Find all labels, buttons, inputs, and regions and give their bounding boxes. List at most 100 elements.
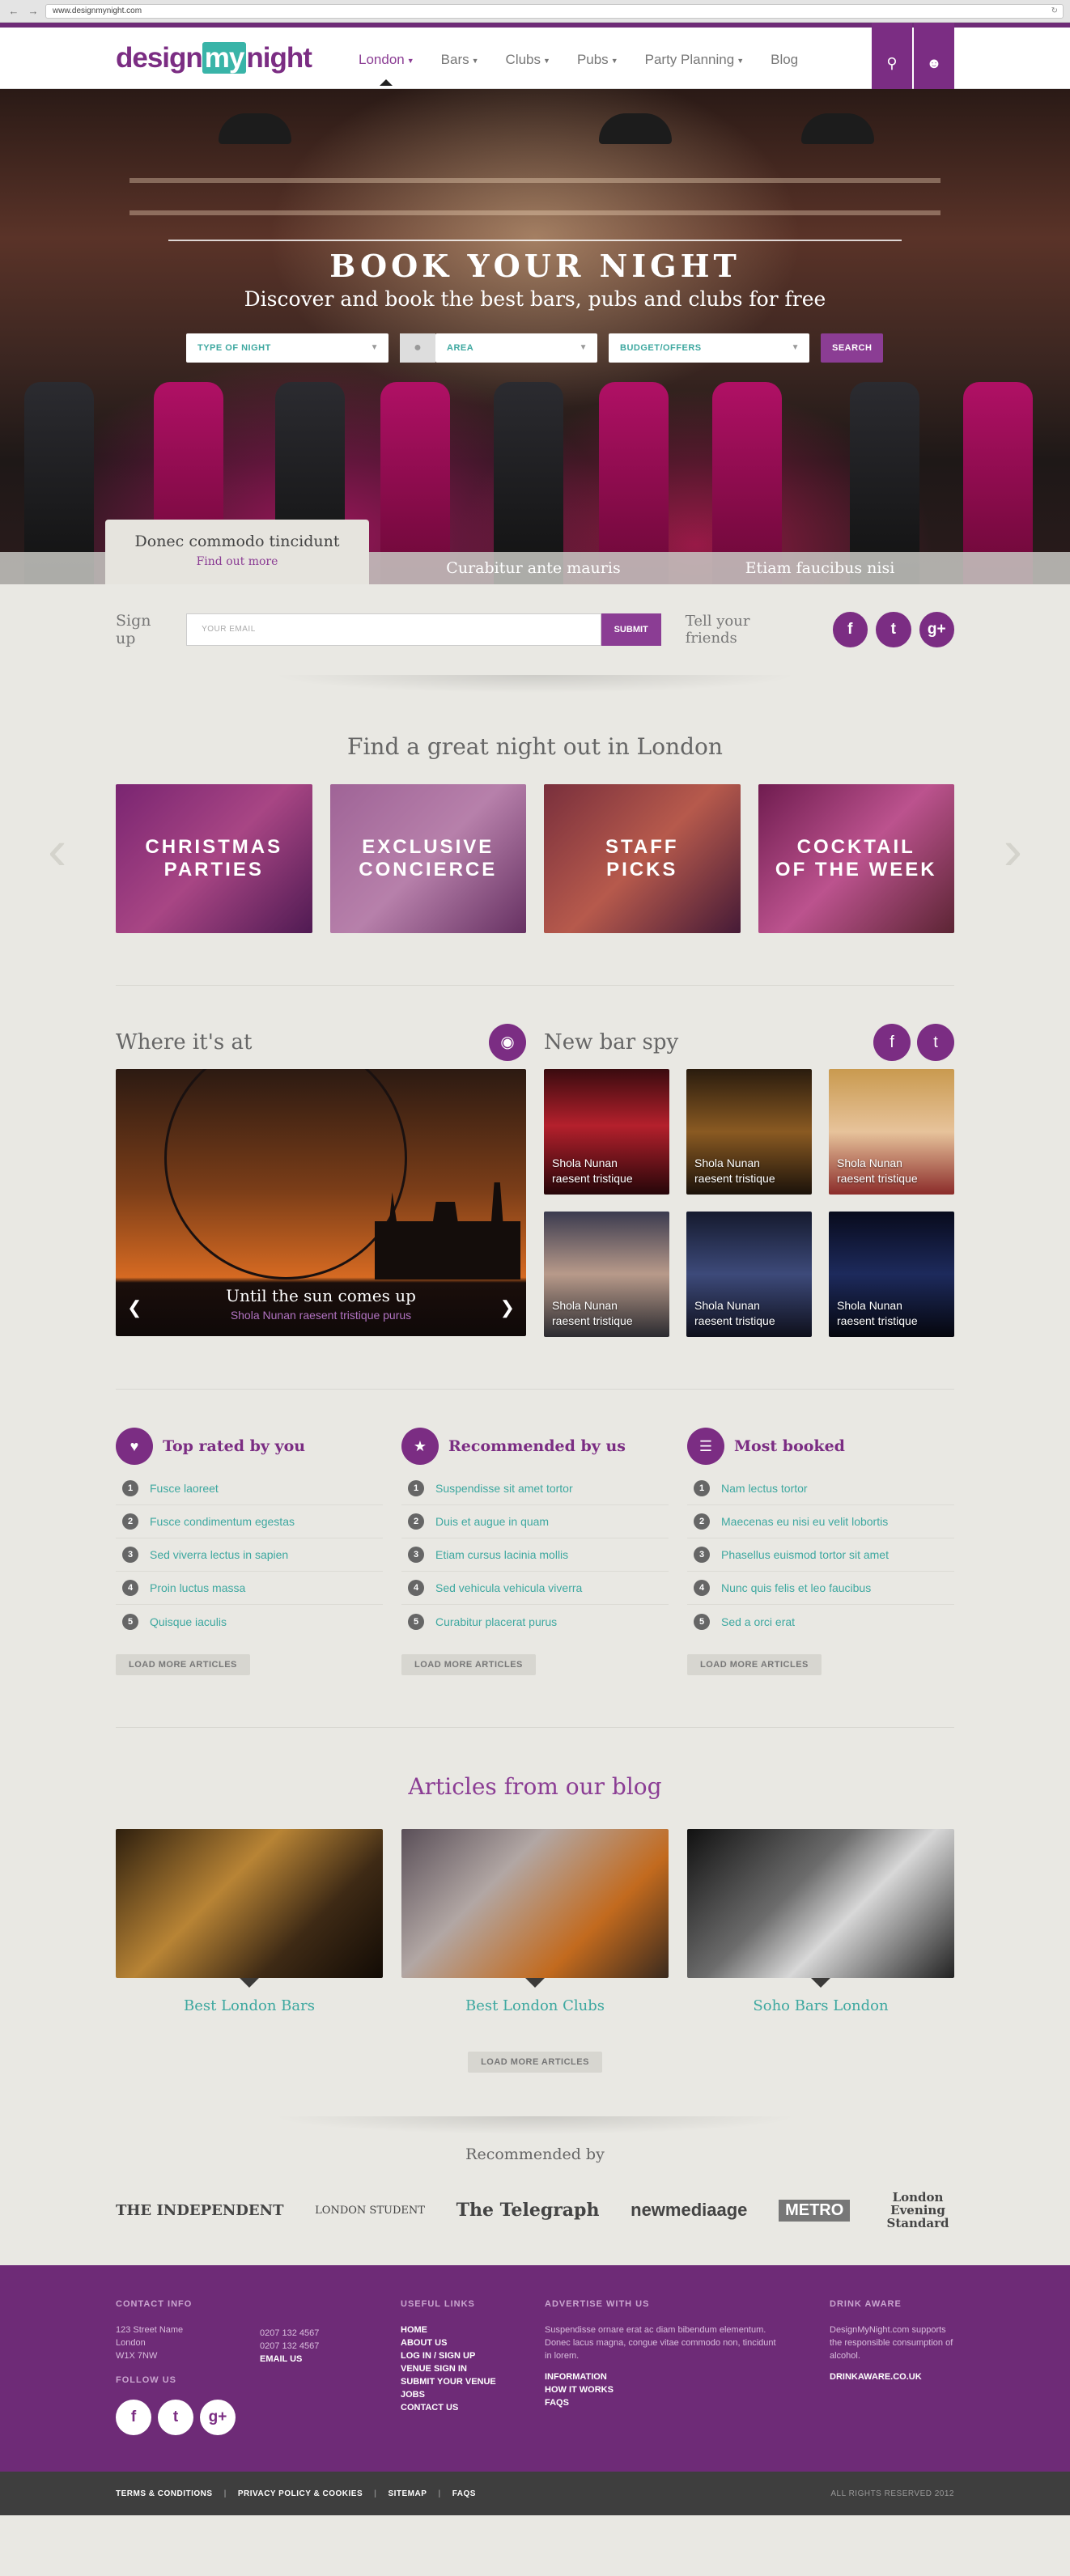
- find-out-more-link[interactable]: Find out more: [105, 555, 369, 568]
- tile-cocktail-of-the-week[interactable]: COCKTAIL OF THE WEEK: [758, 784, 954, 933]
- load-more-button[interactable]: LOAD MORE ARTICLES: [401, 1654, 536, 1675]
- nav-item-clubs[interactable]: Clubs ▼: [506, 52, 550, 68]
- terms-link[interactable]: TERMS & CONDITIONS: [116, 2489, 213, 2498]
- nav-item-london[interactable]: London ▼: [359, 52, 414, 86]
- twitter-icon[interactable]: t: [876, 612, 911, 647]
- load-more-button[interactable]: LOAD MORE ARTICLES: [116, 1654, 250, 1675]
- hero-tab-1[interactable]: Donec commodo tincidunt Find out more: [105, 520, 369, 584]
- list-item[interactable]: 4 Proin luctus massa: [116, 1572, 383, 1605]
- list-item[interactable]: 2 Duis et augue in quam: [401, 1505, 669, 1538]
- list-item[interactable]: 5 Curabitur placerat purus: [401, 1605, 669, 1638]
- press-logo-newmediaage[interactable]: newmediaage: [631, 2200, 747, 2221]
- lamp-shape: [599, 113, 672, 144]
- list-item[interactable]: 2 Fusce condimentum egestas: [116, 1505, 383, 1538]
- footer-link[interactable]: INFORMATION: [545, 2370, 781, 2383]
- list-item[interactable]: 1 Suspendisse sit amet tortor: [401, 1472, 669, 1505]
- footer-link[interactable]: HOW IT WORKS: [545, 2383, 781, 2396]
- nav-label: Party Planning: [644, 52, 735, 67]
- spy-item[interactable]: Shola Nunan raesent tristique: [686, 1069, 812, 1195]
- footer-link[interactable]: LOG IN / SIGN UP: [401, 2349, 545, 2362]
- footer-link[interactable]: VENUE SIGN IN: [401, 2362, 545, 2375]
- nav-item-bars[interactable]: Bars ▼: [441, 52, 479, 68]
- spy-section: New bar spy f t Shola Nunan raesent trist…: [544, 1023, 954, 1337]
- submit-button[interactable]: SUBMIT: [601, 613, 661, 646]
- footer-link[interactable]: FAQS: [545, 2396, 781, 2409]
- nav-item-blog[interactable]: Blog: [771, 52, 798, 68]
- list-item[interactable]: 1 Fusce laoreet: [116, 1472, 383, 1505]
- spy-item[interactable]: Shola Nunan raesent tristique: [686, 1212, 812, 1337]
- location-pin-icon[interactable]: ◉: [489, 1024, 526, 1061]
- list-item[interactable]: 3 Etiam cursus lacinia mollis: [401, 1538, 669, 1572]
- twitter-icon[interactable]: t: [917, 1024, 954, 1061]
- privacy-link[interactable]: PRIVACY POLICY & COOKIES: [238, 2489, 363, 2498]
- area-select[interactable]: AREA ▼: [435, 333, 597, 363]
- blog-post[interactable]: Best London Clubs: [401, 1829, 669, 2014]
- spy-item[interactable]: Shola Nunan raesent tristique: [829, 1069, 954, 1195]
- google-plus-icon[interactable]: g+: [919, 612, 955, 647]
- tile-exclusive-concierce[interactable]: EXCLUSIVE CONCIERCE: [329, 784, 526, 933]
- forward-icon[interactable]: →: [26, 5, 40, 18]
- blog-post[interactable]: Best London Bars: [116, 1829, 383, 2014]
- spy-item-line1: Shola Nunan: [552, 1299, 618, 1312]
- list-item[interactable]: 3 Sed viverra lectus in sapien: [116, 1538, 383, 1572]
- tile-christmas-parties[interactable]: CHRISTMAS PARTIES: [116, 784, 312, 933]
- sitemap-link[interactable]: SITEMAP: [388, 2489, 427, 2498]
- footer-link[interactable]: CONTACT US: [401, 2401, 545, 2414]
- list-item[interactable]: 5 Sed a orci erat: [687, 1605, 954, 1638]
- list-item[interactable]: 2 Maecenas eu nisi eu velit lobortis: [687, 1505, 954, 1538]
- blog-image: [401, 1829, 669, 1988]
- nav-item-party-planning[interactable]: Party Planning ▼: [645, 52, 745, 68]
- press-logo-telegraph[interactable]: The Telegraph: [456, 2200, 600, 2221]
- address-bar[interactable]: www.designmynight.com ↻: [45, 3, 1064, 19]
- facebook-icon[interactable]: f: [832, 612, 868, 647]
- caret-down-icon: ▼: [370, 343, 379, 352]
- list-item[interactable]: 4 Sed vehicula vehicula viverra: [401, 1572, 669, 1605]
- budget-select[interactable]: BUDGET/OFFERS ▼: [609, 333, 809, 363]
- search-submit-button[interactable]: SEARCH: [821, 333, 884, 363]
- footer-link[interactable]: JOBS: [401, 2388, 545, 2401]
- google-plus-icon[interactable]: g+: [200, 2400, 236, 2435]
- footer-link[interactable]: ABOUT US: [401, 2336, 545, 2349]
- drinkaware-link[interactable]: DRINKAWARE.CO.UK: [830, 2370, 954, 2383]
- load-more-button[interactable]: LOAD MORE ARTICLES: [687, 1654, 822, 1675]
- list-item[interactable]: 4 Nunc quis felis et leo faucibus: [687, 1572, 954, 1605]
- tile-staff-picks[interactable]: STAFF PICKS: [544, 784, 741, 933]
- press-logo-metro[interactable]: METRO: [779, 2199, 851, 2222]
- spy-item[interactable]: Shola Nunan raesent tristique: [544, 1212, 669, 1337]
- carousel-next-icon[interactable]: ›: [1004, 817, 1022, 882]
- tile-label: CHRISTMAS PARTIES: [145, 836, 283, 881]
- press-logo-independent[interactable]: THE INDEPENDENT: [116, 2202, 283, 2219]
- hero-tab-3[interactable]: Etiam faucibus nisi: [688, 552, 952, 584]
- spy-title: New bar spy: [544, 1030, 679, 1055]
- footer-link[interactable]: HOME: [401, 2323, 545, 2336]
- email-us-link[interactable]: EMAIL US: [260, 2353, 401, 2366]
- facebook-icon[interactable]: f: [116, 2400, 151, 2435]
- type-of-night-select[interactable]: TYPE OF NIGHT ▼: [186, 333, 389, 363]
- facebook-icon[interactable]: f: [873, 1024, 911, 1061]
- spy-item-line2: raesent tristique: [837, 1314, 918, 1327]
- press-logo-evening-standard[interactable]: London Evening Standard: [881, 2191, 954, 2230]
- where-feature[interactable]: ❮ ❯ Until the sun comes up Shola Nunan r…: [116, 1069, 526, 1336]
- nav-item-pubs[interactable]: Pubs ▼: [577, 52, 618, 68]
- blog-post-title: Soho Bars London: [753, 1997, 889, 2014]
- blog-post-title: Best London Clubs: [465, 1997, 605, 2014]
- spy-item[interactable]: Shola Nunan raesent tristique: [544, 1069, 669, 1195]
- carousel-prev-icon[interactable]: ‹: [48, 817, 66, 882]
- twitter-icon[interactable]: t: [158, 2400, 193, 2435]
- logo[interactable]: designmynight: [116, 42, 312, 74]
- load-more-button[interactable]: LOAD MORE ARTICLES: [468, 2052, 602, 2073]
- list-item[interactable]: 5 Quisque iaculis: [116, 1605, 383, 1638]
- list-item[interactable]: 3 Phasellus euismod tortor sit amet: [687, 1538, 954, 1572]
- press-logo-london-student[interactable]: LONDON STUDENT: [315, 2205, 425, 2217]
- reload-icon[interactable]: ↻: [1051, 5, 1058, 18]
- footer-link[interactable]: SUBMIT YOUR VENUE: [401, 2375, 545, 2388]
- hero-tab-2[interactable]: Curabitur ante mauris: [401, 552, 665, 584]
- footer-drink-aware: DRINK AWARE DesignMyNight.com supports t…: [830, 2299, 954, 2435]
- faqs-link[interactable]: FAQS: [452, 2489, 476, 2498]
- spy-item[interactable]: Shola Nunan raesent tristique: [829, 1212, 954, 1337]
- blog-post[interactable]: Soho Bars London: [687, 1829, 954, 2014]
- email-input[interactable]: YOUR EMAIL: [186, 613, 601, 646]
- area-group: ● AREA ▼: [400, 333, 597, 363]
- list-item[interactable]: 1 Nam lectus tortor: [687, 1472, 954, 1505]
- back-icon[interactable]: ←: [6, 5, 21, 18]
